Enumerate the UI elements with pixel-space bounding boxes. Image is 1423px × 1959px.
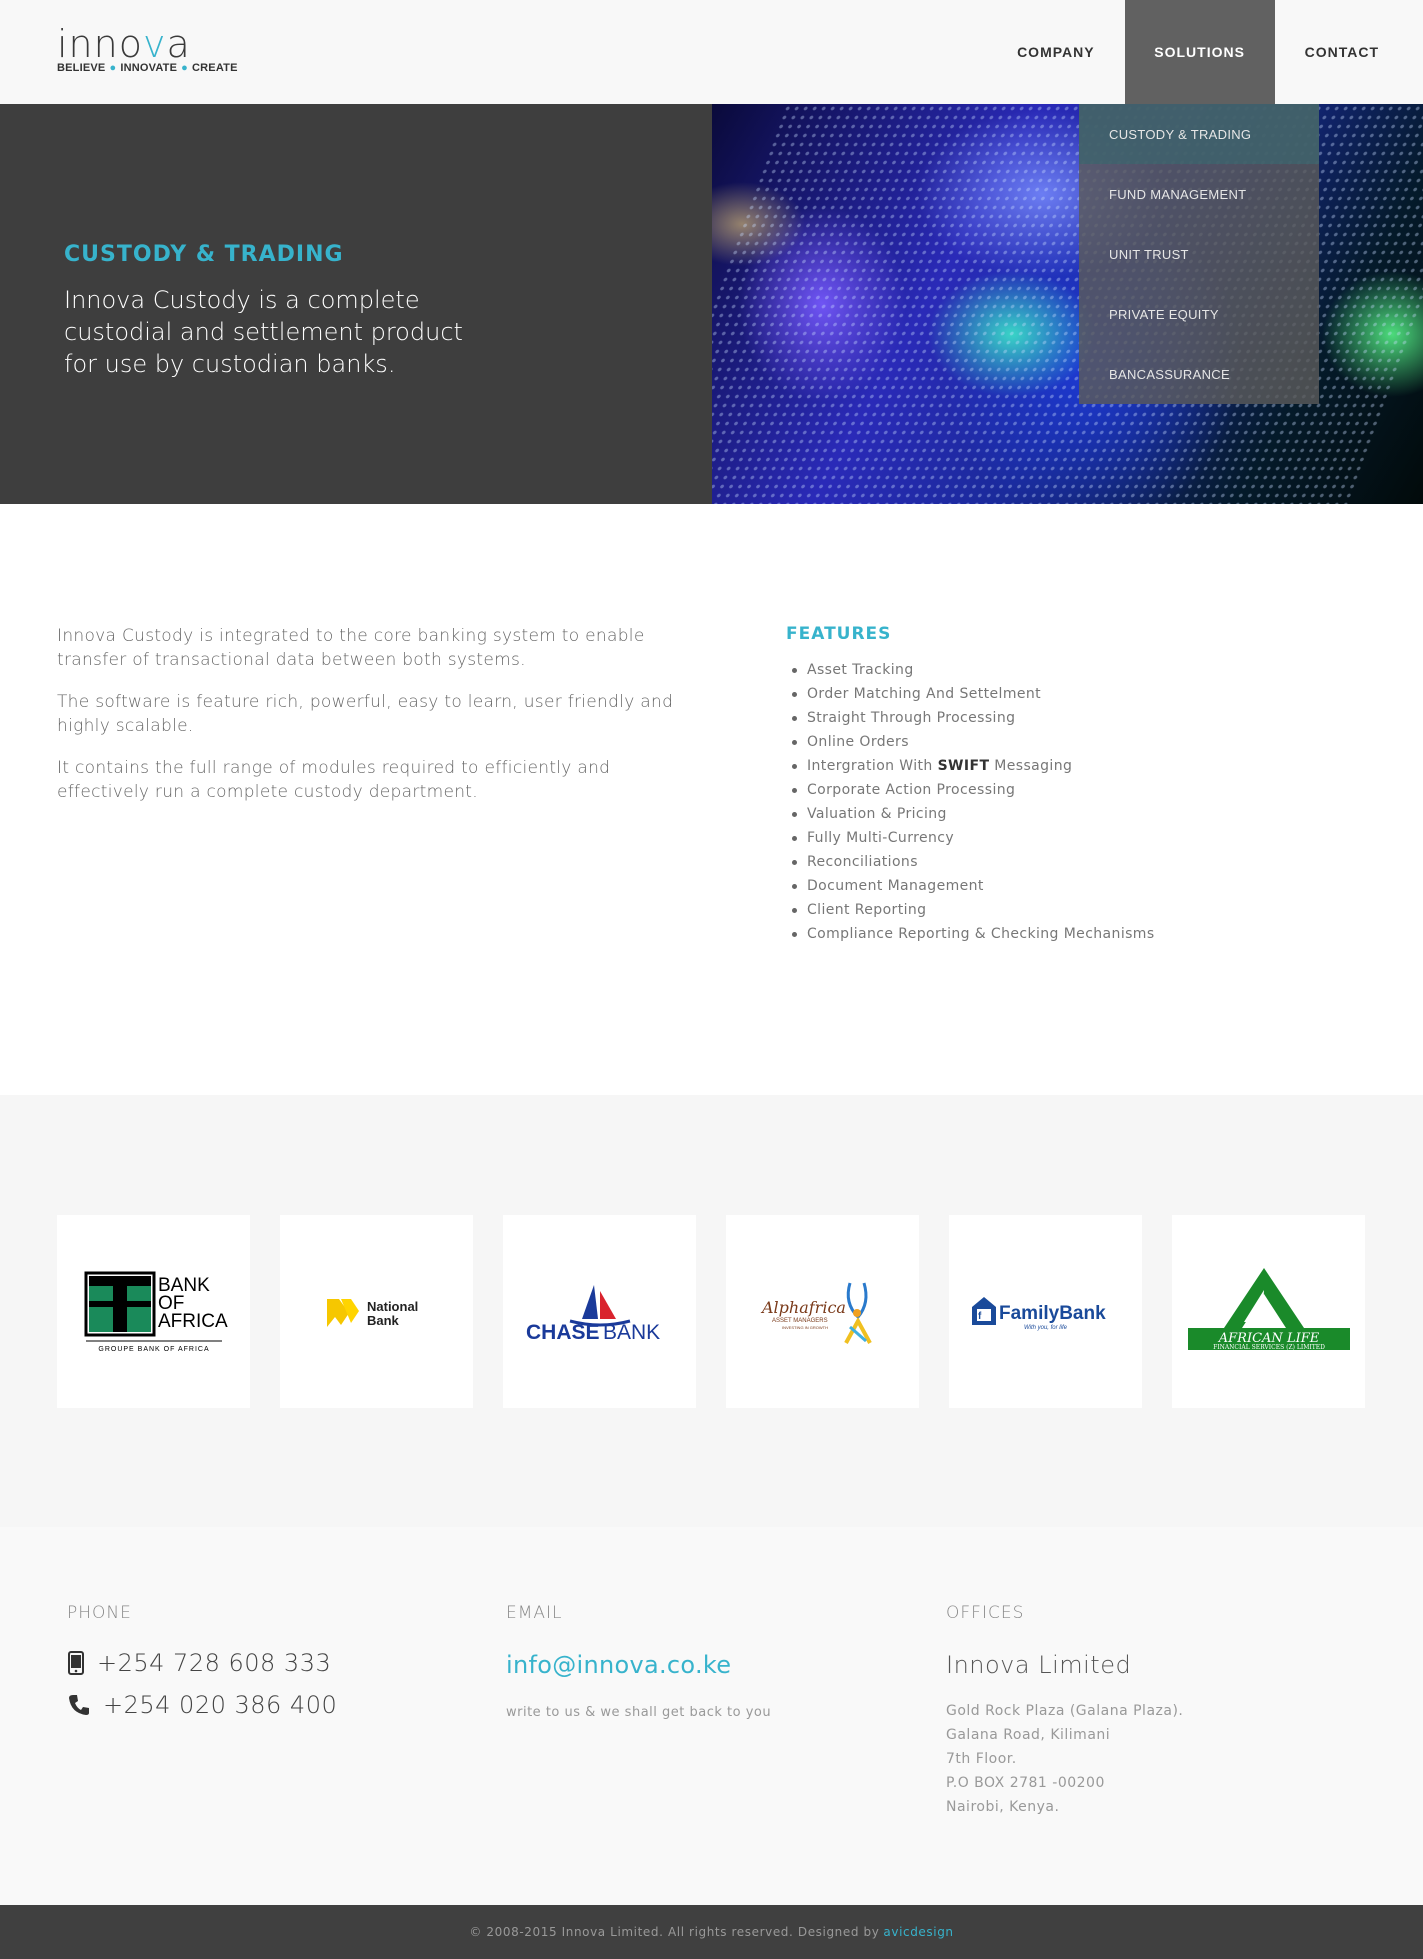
svg-text:CHASE: CHASE: [526, 1321, 600, 1344]
features-panel: FEATURES Asset Tracking Order Matching A…: [786, 624, 1346, 946]
family-bank-logo-graphic: f FamilyBank With you, for life: [971, 1296, 1106, 1331]
feature-item: Online Orders: [786, 730, 1346, 754]
office-address: Gold Rock Plaza (Galana Plaza). Galana R…: [946, 1699, 1183, 1819]
client-national-bank-logo[interactable]: National Bank: [280, 1215, 473, 1408]
feature-item: Asset Tracking: [786, 658, 1346, 682]
feature-item: Document Management: [786, 874, 1346, 898]
svg-text:GROUPE BANK OF AFRICA: GROUPE BANK OF AFRICA: [98, 1346, 209, 1353]
african-life-logo-graphic: AFRICAN LIFE FINANCIAL SERVICES (Z) LIMI…: [1187, 1267, 1350, 1351]
features-list: Asset Tracking Order Matching And Settel…: [786, 658, 1346, 946]
address-line: Nairobi, Kenya.: [946, 1799, 1060, 1815]
feature-item: Client Reporting: [786, 898, 1346, 922]
client-chase-bank-logo[interactable]: CHASE BANK: [503, 1215, 696, 1408]
nav-contact[interactable]: CONTACT: [1275, 0, 1423, 104]
phone-label: PHONE: [67, 1603, 132, 1623]
landline-phone-row: +254 020 386 400: [67, 1691, 337, 1719]
dropdown-item-private-equity[interactable]: PRIVATE EQUITY: [1079, 284, 1319, 344]
offices-label: OFFICES: [946, 1603, 1025, 1623]
solutions-dropdown-menu: CUSTODY & TRADING FUND MANAGEMENT UNIT T…: [1079, 104, 1319, 404]
intro-paragraph: Innova Custody is integrated to the core…: [57, 626, 645, 670]
hero-text-panel: CUSTODY & TRADING Innova Custody is a co…: [0, 104, 712, 504]
svg-text:INVESTING IN GROWTH: INVESTING IN GROWTH: [782, 1325, 828, 1330]
svg-text:National: National: [367, 1299, 418, 1314]
mobile-phone-icon: [68, 1651, 84, 1675]
nav-solutions[interactable]: SOLUTIONS: [1124, 0, 1275, 104]
main-nav: COMPANY SOLUTIONS CONTACT: [987, 0, 1423, 104]
feature-item: Straight Through Processing: [786, 706, 1346, 730]
dropdown-item-bancassurance[interactable]: BANCASSURANCE: [1079, 344, 1319, 404]
hero-description: Innova Custody is a complete custodial a…: [64, 286, 463, 378]
dropdown-item-custody-trading[interactable]: CUSTODY & TRADING: [1079, 104, 1319, 164]
features-heading: FEATURES: [786, 624, 892, 644]
feature-item: Fully Multi-Currency: [786, 826, 1346, 850]
feature-item: Valuation & Pricing: [786, 802, 1346, 826]
intro-paragraph: It contains the full range of modules re…: [57, 758, 611, 802]
product-details-section: Innova Custody is integrated to the core…: [0, 504, 1423, 1095]
address-line: Galana Road, Kilimani: [946, 1727, 1111, 1743]
site-footer: PHONE +254 728 608 333 +254 020 386 400 …: [0, 1527, 1423, 1905]
mobile-phone-row: +254 728 608 333: [67, 1649, 337, 1677]
landline-number[interactable]: +254 020 386 400: [103, 1691, 337, 1719]
office-name: Innova Limited: [946, 1651, 1132, 1679]
client-family-bank-logo[interactable]: f FamilyBank With you, for life: [949, 1215, 1142, 1408]
client-logos-section: BANK OF AFRICA GROUPE BANK OF AFRICA Nat…: [0, 1095, 1423, 1527]
client-bank-of-africa-logo[interactable]: BANK OF AFRICA GROUPE BANK OF AFRICA: [57, 1215, 250, 1408]
footer-email-column: EMAIL info@innova.co.ke write to us & we…: [506, 1603, 771, 1720]
footer-phone-column: PHONE +254 728 608 333 +254 020 386 400: [67, 1603, 337, 1719]
svg-text:Bank: Bank: [367, 1313, 400, 1328]
dropdown-item-fund-management[interactable]: FUND MANAGEMENT: [1079, 164, 1319, 224]
client-african-life-logo[interactable]: AFRICAN LIFE FINANCIAL SERVICES (Z) LIMI…: [1172, 1215, 1365, 1408]
svg-text:Alphafrica: Alphafrica: [760, 1298, 846, 1317]
email-note: write to us & we shall get back to you: [506, 1705, 772, 1720]
svg-text:FINANCIAL SERVICES (Z) LIMITED: FINANCIAL SERVICES (Z) LIMITED: [1213, 1344, 1325, 1351]
designer-link[interactable]: avicdesign: [883, 1925, 953, 1939]
telephone-icon: [69, 1695, 89, 1715]
feature-item: Reconciliations: [786, 850, 1346, 874]
feature-item: Order Matching And Settelment: [786, 682, 1346, 706]
nav-company[interactable]: COMPANY: [987, 0, 1125, 104]
address-line: Gold Rock Plaza (Galana Plaza).: [946, 1703, 1184, 1719]
svg-text:AFRICA: AFRICA: [158, 1311, 228, 1332]
copyright-text: © 2008-2015 Innova Limited. All rights r…: [469, 1925, 880, 1939]
alphafrica-logo-graphic: Alphafrica ASSET MANAGERS INVESTING IN G…: [760, 1282, 872, 1344]
bank-of-africa-logo-graphic: BANK OF AFRICA GROUPE BANK OF AFRICA: [84, 1271, 228, 1353]
mobile-number[interactable]: +254 728 608 333: [97, 1649, 331, 1677]
copyright-bar: © 2008-2015 Innova Limited. All rights r…: [0, 1905, 1423, 1959]
client-alphafrica-logo[interactable]: Alphafrica ASSET MANAGERS INVESTING IN G…: [726, 1215, 919, 1408]
email-link[interactable]: info@innova.co.ke: [506, 1651, 771, 1679]
logo-wordmark: innova: [57, 22, 191, 66]
svg-text:BANK: BANK: [603, 1321, 660, 1344]
feature-item: Compliance Reporting & Checking Mechanis…: [786, 922, 1346, 946]
feature-item-swift: Intergration With SWIFT Messaging: [786, 754, 1346, 778]
innova-logo[interactable]: innova BELIEVE ● INNOVATE ● CREATE: [57, 24, 238, 74]
chase-bank-logo-graphic: CHASE BANK: [526, 1284, 660, 1344]
site-header: innova BELIEVE ● INNOVATE ● CREATE COMPANY S…: [0, 0, 1423, 104]
intro-paragraph: The software is feature rich, powerful, …: [57, 692, 674, 736]
feature-item: Corporate Action Processing: [786, 778, 1346, 802]
email-label: EMAIL: [506, 1603, 563, 1623]
hero-kicker: CUSTODY & TRADING: [64, 242, 344, 267]
footer-offices-column: OFFICES Innova Limited Gold Rock Plaza (…: [946, 1603, 1183, 1819]
svg-text:FamilyBank: FamilyBank: [999, 1303, 1106, 1324]
logo-tagline: BELIEVE ● INNOVATE ● CREATE: [57, 62, 238, 74]
dropdown-item-unit-trust[interactable]: UNIT TRUST: [1079, 224, 1319, 284]
svg-text:With you, for life: With you, for life: [1024, 1325, 1068, 1331]
intro-text: Innova Custody is integrated to the core…: [57, 624, 697, 822]
svg-text:ASSET MANAGERS: ASSET MANAGERS: [772, 1318, 828, 1324]
national-bank-logo-graphic: National Bank: [326, 1298, 418, 1328]
address-line: P.O BOX 2781 -00200: [946, 1775, 1105, 1791]
address-line: 7th Floor.: [946, 1751, 1017, 1767]
